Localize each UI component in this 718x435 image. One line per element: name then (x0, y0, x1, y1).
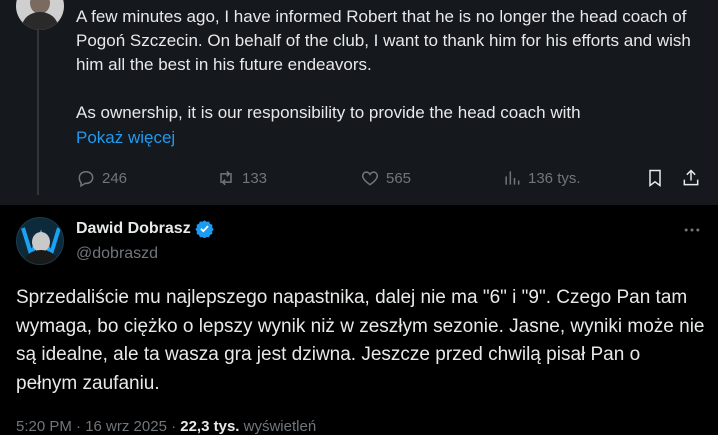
reply-author-avatar[interactable] (16, 217, 64, 265)
repost-count: 133 (242, 169, 268, 187)
reply-author-name[interactable]: Dawid Dobrasz (76, 220, 191, 238)
parent-tweet[interactable]: A few minutes ago, I have informed Rober… (0, 0, 718, 205)
reply-tweet-text: Sprzedaliście mu najlepszego napastnika,… (16, 287, 705, 394)
like-count: 565 (386, 169, 412, 187)
reply-icon (78, 170, 94, 188)
more-options-button[interactable] (680, 218, 704, 242)
repost-button[interactable]: 133 (216, 166, 267, 190)
reply-author-handle[interactable]: @dobraszd (76, 245, 158, 263)
view-count: 136 tys. (528, 169, 581, 187)
parent-author-avatar[interactable] (16, 0, 64, 30)
tweet-view-count: 22,3 tys. (180, 418, 240, 435)
views-button[interactable]: 136 tys. (502, 166, 581, 190)
tweet-views-label: wyświetleń (239, 418, 317, 435)
show-more-link[interactable]: Pokaż więcej (76, 126, 175, 150)
bookmark-button[interactable] (643, 166, 667, 190)
reply-author-name-row[interactable]: Dawid Dobrasz (76, 219, 214, 238)
like-button[interactable]: 565 (360, 166, 411, 190)
repost-icon (220, 170, 232, 186)
thread-line (37, 30, 39, 195)
parent-tweet-text: A few minutes ago, I have informed Rober… (76, 5, 706, 125)
bookmark-icon (649, 169, 661, 187)
verified-badge-icon (195, 220, 214, 238)
share-icon (683, 169, 699, 186)
more-icon (684, 228, 700, 232)
tweet-timestamp[interactable]: 5:20 PM · 16 wrz 2025 · (16, 418, 180, 435)
parent-paragraph-2: As ownership, it is our responsibility t… (76, 103, 581, 122)
reply-count: 246 (102, 169, 128, 187)
reply-button[interactable]: 246 (76, 166, 127, 190)
analytics-icon (505, 171, 520, 185)
heart-icon (361, 171, 379, 186)
share-button[interactable] (679, 166, 703, 190)
parent-paragraph-1: A few minutes ago, I have informed Rober… (76, 7, 691, 74)
tweet-meta: 5:20 PM · 16 wrz 2025 · 22,3 tys. wyświe… (16, 418, 316, 435)
